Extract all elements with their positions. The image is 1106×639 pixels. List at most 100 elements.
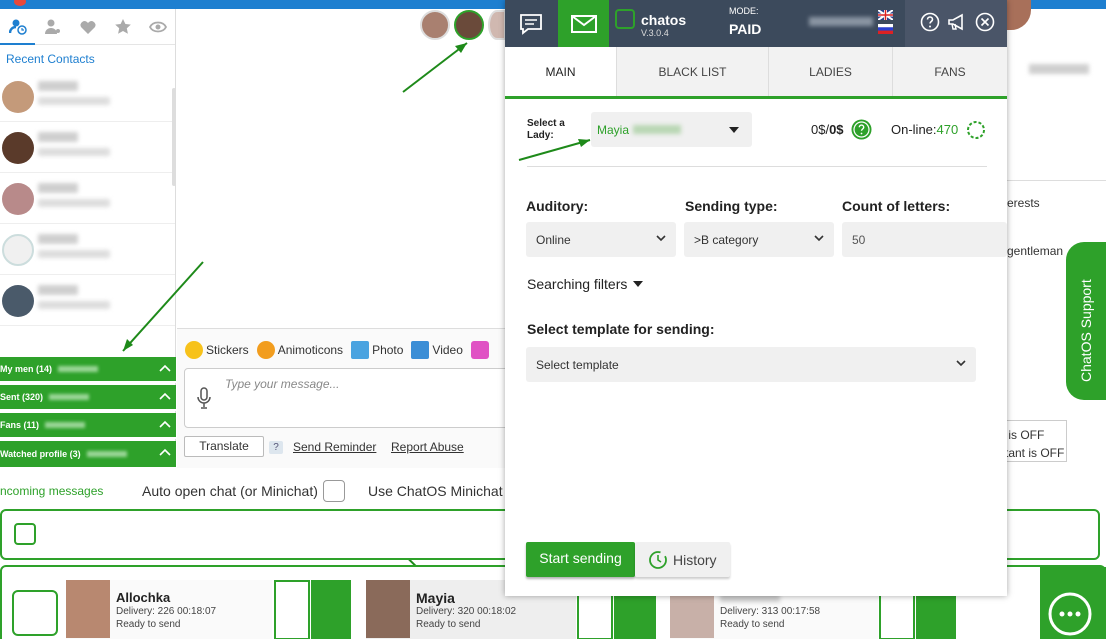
incoming-messages-tab[interactable]: ncoming messages <box>0 484 103 498</box>
loading-spinner-icon <box>967 121 985 139</box>
help-icon[interactable] <box>920 12 940 32</box>
app-logo-icon <box>14 0 26 6</box>
photo-icon <box>351 341 370 359</box>
send-reminder-link[interactable]: Send Reminder <box>293 440 376 454</box>
chat-bubble-icon <box>1048 592 1092 636</box>
queue-card[interactable]: Allochka Delivery: 226 00:18:07 Ready to… <box>66 580 272 639</box>
avatar <box>66 580 110 638</box>
chat-mode-button[interactable] <box>505 0 557 47</box>
auditory-select[interactable]: Online <box>526 222 676 257</box>
animoticons-button[interactable]: Animoticons <box>256 341 343 359</box>
annotation-arrow <box>402 42 468 93</box>
open-chat-button[interactable] <box>1040 567 1106 639</box>
avatar <box>2 183 34 215</box>
help-icon[interactable] <box>851 119 872 140</box>
mail-mode-button[interactable] <box>558 0 609 47</box>
report-abuse-link[interactable]: Report Abuse <box>391 440 464 454</box>
searching-filters-toggle[interactable]: Searching filters <box>527 276 644 292</box>
start-sending-button[interactable]: Start sending <box>526 542 635 577</box>
gentleman-label[interactable]: gentleman <box>1007 244 1063 258</box>
video-icon <box>411 341 430 359</box>
tab-fans[interactable]: FANS <box>893 47 1007 96</box>
microphone-icon[interactable] <box>197 387 211 409</box>
sidebar-scrollbar[interactable] <box>172 88 176 186</box>
count-label: Count of letters: <box>842 198 951 214</box>
stickers-button[interactable]: Stickers <box>185 341 249 359</box>
status-text: stant is OFF <box>999 446 1065 460</box>
magic-wand-button[interactable] <box>470 341 489 359</box>
chevron-down-icon <box>814 235 824 242</box>
magic-wand-icon <box>470 341 489 359</box>
chevron-down-icon <box>729 127 739 133</box>
header-actions <box>905 0 1007 47</box>
sending-type-label: Sending type: <box>685 198 778 214</box>
auto-open-label: Auto open chat (or Minichat) <box>142 483 318 499</box>
chatos-support-button[interactable]: ChatOS Support <box>1066 242 1106 400</box>
sidebar-tabs <box>0 9 175 45</box>
use-minichat-label: Use ChatOS Minichat <box>368 483 503 499</box>
chatos-logo-icon <box>615 9 635 29</box>
avatar <box>2 234 34 266</box>
balance: 0$/0$ <box>811 122 844 137</box>
message-input[interactable]: Type your message... <box>184 368 514 428</box>
contacts-tab-icon[interactable] <box>35 9 70 45</box>
mail-icon <box>570 14 597 33</box>
contact-item[interactable] <box>0 173 175 224</box>
template-select[interactable]: Select template <box>526 347 976 382</box>
favorites-heart-icon[interactable] <box>70 9 105 45</box>
chatos-logo-icon <box>14 523 36 545</box>
group-sent[interactable]: Sent (320) <box>0 385 176 411</box>
sending-type-select[interactable]: >B category <box>684 222 834 257</box>
video-button[interactable]: Video <box>411 341 463 359</box>
avatar <box>2 285 34 317</box>
avatar <box>2 132 34 164</box>
recent-contacts-title: Recent Contacts <box>6 52 95 66</box>
megaphone-icon[interactable] <box>947 12 967 32</box>
group-watched-profile[interactable]: Watched profile (3) <box>0 441 176 467</box>
version: V.3.0.4 <box>641 28 669 38</box>
lady-select[interactable]: Mayia <box>591 112 752 147</box>
photo-button[interactable]: Photo <box>351 341 403 359</box>
count-of-letters-input[interactable]: 50 <box>842 222 1007 257</box>
composer-tools: Stickers Animoticons Photo Video <box>185 341 489 359</box>
tab-ladies[interactable]: LADIES <box>769 47 893 96</box>
chatos-logo-icon <box>12 590 58 636</box>
group-fans[interactable]: Fans (11) <box>0 413 176 439</box>
online-count: On-line:470 <box>891 122 959 137</box>
video-icon[interactable] <box>274 580 310 639</box>
history-icon <box>649 551 667 569</box>
group-my-men[interactable]: My men (14) <box>0 357 176 383</box>
mode-value: PAID <box>729 21 762 37</box>
translate-button[interactable]: Translate <box>184 436 264 457</box>
russian-flag-icon[interactable] <box>878 24 893 34</box>
contact-item[interactable] <box>0 71 175 122</box>
avatar <box>366 580 410 638</box>
tab-main[interactable]: MAIN <box>505 47 617 96</box>
chevron-down-icon <box>956 360 966 367</box>
panel-header: chatos V.3.0.4 MODE: PAID <box>505 0 1007 47</box>
account-id <box>809 17 873 26</box>
message-composer: Stickers Animoticons Photo Video Type yo… <box>177 328 514 468</box>
help-icon[interactable]: ? <box>269 441 283 454</box>
recent-contacts-tab-icon[interactable] <box>0 9 35 45</box>
close-icon[interactable] <box>975 12 995 32</box>
heart-eyes-emoji-icon <box>256 341 275 359</box>
contact-item[interactable] <box>0 122 175 173</box>
mode-label: MODE: <box>729 6 759 16</box>
auto-open-checkbox[interactable] <box>323 480 345 502</box>
history-button[interactable]: History <box>635 542 730 577</box>
chat-icon <box>520 13 542 35</box>
panel-tabs: MAIN BLACK LIST LADIES FANS <box>505 47 1007 99</box>
chat-mail-action-button[interactable] <box>311 580 351 639</box>
avatar[interactable] <box>488 10 506 40</box>
avatar <box>2 81 34 113</box>
interests-label[interactable]: erests <box>1007 196 1040 210</box>
chevron-down-icon <box>656 235 666 242</box>
tab-black-list[interactable]: BLACK LIST <box>617 47 769 96</box>
star-icon[interactable] <box>105 9 140 45</box>
template-label: Select template for sending: <box>527 321 715 337</box>
chatos-panel: chatos V.3.0.4 MODE: PAID MAIN BLACK LIS… <box>505 0 1007 596</box>
sticker-icon <box>185 341 203 359</box>
english-flag-icon[interactable] <box>878 10 893 20</box>
eye-icon[interactable] <box>140 9 175 45</box>
